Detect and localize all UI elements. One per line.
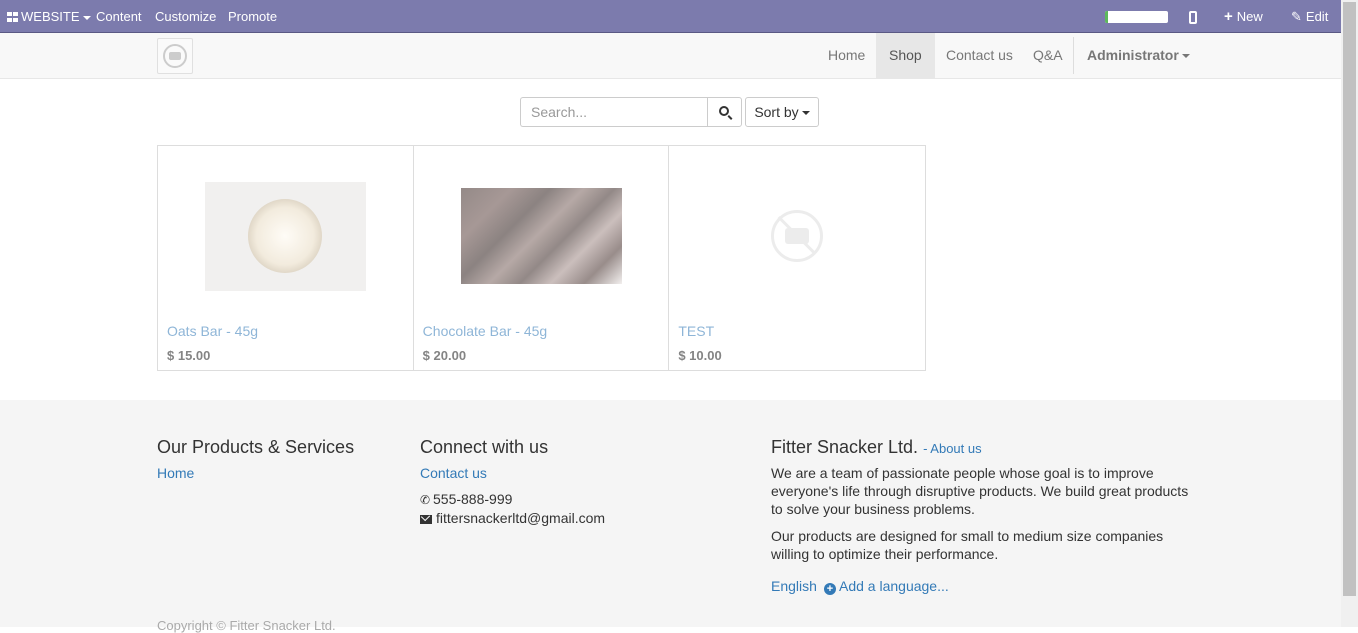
user-menu[interactable]: Administrator [1074, 33, 1203, 78]
product-image[interactable] [669, 146, 925, 326]
product-search [520, 97, 742, 127]
email-address: fittersnackerltd@gmail.com [436, 510, 606, 526]
product-price: $ 10.00 [678, 348, 722, 363]
product-name[interactable]: Chocolate Bar - 45g [423, 323, 548, 339]
apps-grid-icon [7, 12, 18, 22]
caret-down-icon [801, 111, 810, 116]
company-name: Fitter Snacker Ltd. [771, 437, 919, 457]
mobile-preview-button[interactable] [1189, 0, 1197, 33]
search-icon [718, 106, 729, 116]
product-image[interactable] [158, 146, 413, 326]
connect-heading: Connect with us [420, 437, 549, 457]
site-logo[interactable] [157, 38, 193, 74]
promote-menu[interactable]: Promote [228, 0, 277, 33]
mobile-icon [1189, 11, 1197, 25]
plus-circle-icon: + [824, 583, 836, 595]
nav-item-home[interactable]: Home [815, 33, 878, 78]
new-button[interactable]: + New [1224, 0, 1263, 33]
website-editor-bar: WEBSITE Content Customize Promote + New ✎… [0, 0, 1341, 33]
seo-progress-fill [1105, 11, 1109, 23]
scrollbar-thumb[interactable] [1343, 2, 1356, 596]
new-button-label: New [1236, 9, 1263, 24]
envelope-icon [420, 515, 432, 524]
website-menu-label: WEBSITE [21, 9, 80, 24]
sort-by-button[interactable]: Sort by [745, 97, 819, 127]
product-price: $ 15.00 [167, 348, 211, 363]
add-language-link[interactable]: + Add a language... [824, 578, 949, 595]
product-image[interactable] [414, 146, 669, 326]
camera-placeholder-icon [163, 44, 187, 68]
product-name[interactable]: TEST [678, 323, 714, 339]
caret-down-icon [1181, 54, 1190, 59]
product-card[interactable]: Oats Bar - 45g $ 15.00 [158, 146, 414, 370]
page-scrollbar[interactable] [1341, 0, 1358, 627]
nav-item-contact[interactable]: Contact us [933, 33, 1026, 78]
search-input[interactable] [520, 97, 707, 127]
chocolate-pieces-image [460, 188, 622, 284]
pencil-icon: ✎ [1291, 9, 1302, 24]
edit-button[interactable]: ✎ Edit [1291, 0, 1328, 33]
footer-phone: ✆ 555-888-999 [420, 491, 512, 507]
edit-button-label: Edit [1305, 9, 1329, 24]
sort-by-label: Sort by [754, 104, 799, 120]
language-english[interactable]: English [771, 578, 817, 594]
product-card[interactable]: TEST $ 10.00 [669, 146, 925, 370]
footer-contact-link[interactable]: Contact us [420, 465, 487, 481]
search-button[interactable] [707, 97, 742, 127]
products-services-heading: Our Products & Services [157, 437, 355, 457]
product-grid: Oats Bar - 45g $ 15.00 Chocolate Bar - 4… [157, 145, 926, 371]
seo-progress-bar[interactable] [1105, 11, 1168, 23]
company-heading: Fitter Snacker Ltd. - About us [771, 437, 982, 458]
site-footer: Our Products & Services Home Connect wit… [0, 400, 1341, 633]
oats-bowl-image [204, 181, 366, 291]
product-price: $ 20.00 [422, 348, 467, 363]
copyright: Copyright © Fitter Snacker Ltd. [157, 618, 336, 633]
about-text: We are a team of passionate people whose… [771, 465, 1189, 517]
about-us-link[interactable]: - About us [923, 441, 982, 456]
placeholder-camera-icon [771, 210, 824, 262]
bowl-shape [248, 199, 323, 273]
product-name[interactable]: Oats Bar - 45g [167, 323, 258, 339]
site-navbar: Home Shop Contact us Q&A Administrator [0, 33, 1341, 79]
nav-item-qa[interactable]: Q&A [1020, 33, 1076, 78]
website-menu[interactable]: WEBSITE [7, 0, 91, 33]
caret-down-icon [82, 15, 91, 20]
footer-email: fittersnackerltd@gmail.com [420, 510, 605, 526]
content-menu[interactable]: Content [96, 0, 142, 33]
nav-item-shop[interactable]: Shop [876, 33, 935, 78]
plus-icon: + [1224, 8, 1233, 25]
add-language-label: Add a language... [839, 578, 949, 594]
phone-icon: ✆ [420, 493, 431, 507]
user-menu-label: Administrator [1087, 47, 1179, 63]
customize-menu[interactable]: Customize [155, 0, 216, 33]
product-card[interactable]: Chocolate Bar - 45g $ 20.00 [414, 146, 670, 370]
phone-number: 555-888-999 [433, 491, 513, 507]
footer-home-link[interactable]: Home [157, 465, 194, 481]
about-text-secondary: Our products are designed for small to m… [771, 528, 1164, 562]
